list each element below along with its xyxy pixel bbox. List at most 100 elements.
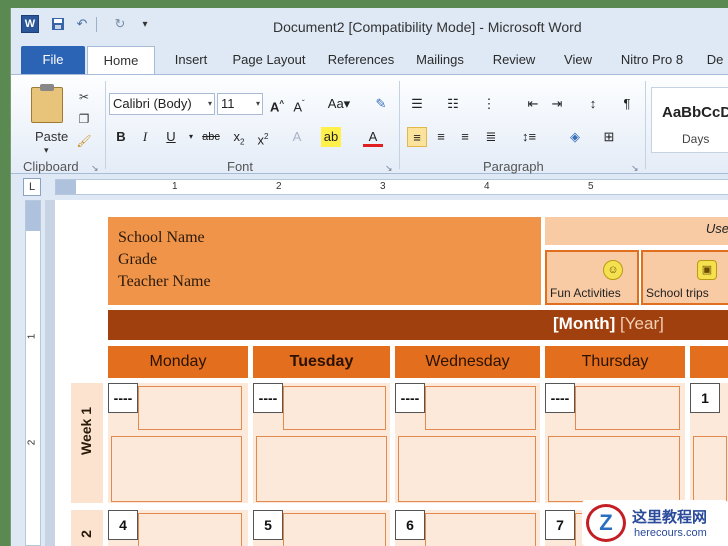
day-header-monday: Monday (108, 346, 248, 378)
date-box[interactable]: 5 (253, 510, 283, 540)
week-2-label: 2 (78, 530, 94, 538)
date-box[interactable]: ---- (395, 383, 425, 413)
redo-icon[interactable]: ↻ (111, 15, 129, 33)
change-case-icon[interactable]: Aa▾ (325, 94, 353, 114)
teacher-name[interactable]: Teacher Name (118, 273, 211, 291)
copy-icon[interactable]: ❐ (75, 111, 93, 127)
font-group-label: Font (227, 159, 254, 174)
bus-icon: ▣ (697, 260, 717, 280)
highlight-color-icon[interactable]: ab (321, 127, 341, 147)
tab-references[interactable]: References (317, 46, 405, 74)
vertical-ruler[interactable]: 1 2 (25, 200, 41, 546)
date-box[interactable]: ---- (108, 383, 138, 413)
tab-mailings[interactable]: Mailings (405, 46, 475, 74)
sort-icon[interactable]: ↕ (583, 94, 603, 114)
increase-indent-icon[interactable]: ⇥ (547, 94, 567, 114)
week-2-label-cell: 2 (71, 510, 103, 546)
justify-icon[interactable]: ≣ (481, 127, 501, 147)
text-effects-icon[interactable]: A (287, 127, 307, 147)
font-color-icon[interactable]: A (363, 127, 383, 147)
horizontal-ruler[interactable]: 1 2 3 4 5 (55, 179, 728, 195)
undo-icon[interactable]: ↶ (73, 15, 91, 33)
tab-home[interactable]: Home (87, 46, 155, 74)
document-page[interactable]: School Name Grade Teacher Name Use ☺ Fun… (55, 200, 728, 546)
clipboard-launcher-icon[interactable]: ↘ (91, 163, 99, 174)
date-box[interactable]: ---- (253, 383, 283, 413)
font-launcher-icon[interactable]: ↘ (385, 163, 393, 174)
italic-icon[interactable]: I (135, 127, 155, 147)
day-cell[interactable]: ---- (108, 383, 248, 503)
underline-dropdown-icon[interactable]: ▾ (181, 127, 201, 147)
strikethrough-icon[interactable]: abc (201, 127, 221, 147)
date-box[interactable]: 4 (108, 510, 138, 540)
save-icon[interactable] (49, 15, 67, 33)
paste-button[interactable]: Paste (35, 129, 68, 144)
school-name[interactable]: School Name (118, 229, 205, 247)
year-placeholder[interactable]: [Year] (620, 314, 664, 333)
word-window: W ↶ ↻ ▾ Document2 [Compatibility Mode] -… (10, 8, 728, 546)
paste-dropdown-icon[interactable]: ▾ (44, 145, 49, 156)
tab-page-layout[interactable]: Page Layout (221, 46, 317, 74)
underline-icon[interactable]: U (161, 127, 181, 147)
window-title: Document2 [Compatibility Mode] - Microso… (273, 19, 582, 35)
document-canvas: School Name Grade Teacher Name Use ☺ Fun… (45, 200, 728, 546)
numbering-icon[interactable]: ☷ (443, 94, 463, 114)
subscript-icon[interactable]: x2 (229, 127, 249, 147)
tab-view[interactable]: View (551, 46, 605, 74)
bold-icon[interactable]: B (111, 127, 131, 147)
tab-file[interactable]: File (21, 46, 85, 74)
line-spacing-icon[interactable]: ↕≡ (519, 127, 539, 147)
day-cell[interactable]: 6 (395, 510, 540, 546)
format-painter-icon[interactable]: 🖌 (75, 133, 93, 149)
style-sample: AaBbCcD (662, 104, 728, 121)
show-formatting-marks-icon[interactable]: ¶ (617, 94, 637, 114)
tab-nitro-pro[interactable]: Nitro Pro 8 (607, 46, 697, 74)
paragraph-launcher-icon[interactable]: ↘ (631, 163, 639, 174)
tab-insert[interactable]: Insert (161, 46, 221, 74)
decrease-indent-icon[interactable]: ⇤ (523, 94, 543, 114)
align-center-icon[interactable]: ≡ (431, 127, 451, 147)
tab-selector[interactable]: L (23, 178, 41, 196)
day-cell[interactable]: ---- (545, 383, 685, 503)
grow-font-icon[interactable]: A^ (267, 94, 287, 114)
watermark-logo-icon: Z (586, 504, 626, 542)
multilevel-list-icon[interactable]: ⋮ (479, 94, 499, 114)
font-family-select[interactable]: Calibri (Body) ▾ (109, 93, 215, 115)
align-right-icon[interactable]: ≡ (455, 127, 475, 147)
day-cell[interactable]: 5 (253, 510, 390, 546)
shading-icon[interactable]: ◈ (565, 127, 585, 147)
watermark-url: herecours.com (634, 527, 707, 539)
style-days[interactable]: AaBbCcD Days (651, 87, 728, 153)
day-header-wednesday: Wednesday (395, 346, 540, 378)
school-info-block[interactable]: School Name Grade Teacher Name (108, 217, 541, 305)
date-box[interactable]: 6 (395, 510, 425, 540)
word-app-icon[interactable]: W (21, 15, 39, 33)
day-cell[interactable]: 4 (108, 510, 248, 546)
tab-design[interactable]: De (701, 46, 728, 74)
day-header-friday (690, 346, 728, 378)
align-left-icon[interactable]: ≡ (407, 127, 427, 147)
date-box[interactable]: 7 (545, 510, 575, 540)
borders-icon[interactable]: ⊞ (599, 127, 619, 147)
title-bar: W ↶ ↻ ▾ Document2 [Compatibility Mode] -… (11, 8, 728, 38)
font-size-select[interactable]: 11 ▾ (217, 93, 263, 115)
customize-toolbar-icon[interactable]: ▾ (136, 15, 154, 33)
legend-school-trips[interactable]: ▣ School trips (641, 250, 728, 305)
tab-review[interactable]: Review (479, 46, 549, 74)
day-cell[interactable]: 1 (690, 383, 728, 503)
legend-fun-activities[interactable]: ☺ Fun Activities (545, 250, 639, 305)
paste-icon[interactable] (31, 84, 63, 123)
clear-formatting-icon[interactable]: ✎ (371, 94, 391, 114)
superscript-icon[interactable]: x2 (253, 127, 273, 147)
month-placeholder[interactable]: [Month] (553, 314, 615, 333)
day-cell[interactable]: ---- (395, 383, 540, 503)
date-box[interactable]: ---- (545, 383, 575, 413)
shrink-font-icon[interactable]: Aˇ (289, 94, 309, 114)
week-1-label: Week 1 (78, 407, 94, 455)
day-cell[interactable]: ---- (253, 383, 390, 503)
grade[interactable]: Grade (118, 251, 157, 269)
ruler-number: 2 (26, 439, 38, 446)
bullets-icon[interactable]: ☰ (407, 94, 427, 114)
date-box[interactable]: 1 (690, 383, 720, 413)
cut-icon[interactable]: ✂ (75, 89, 93, 105)
